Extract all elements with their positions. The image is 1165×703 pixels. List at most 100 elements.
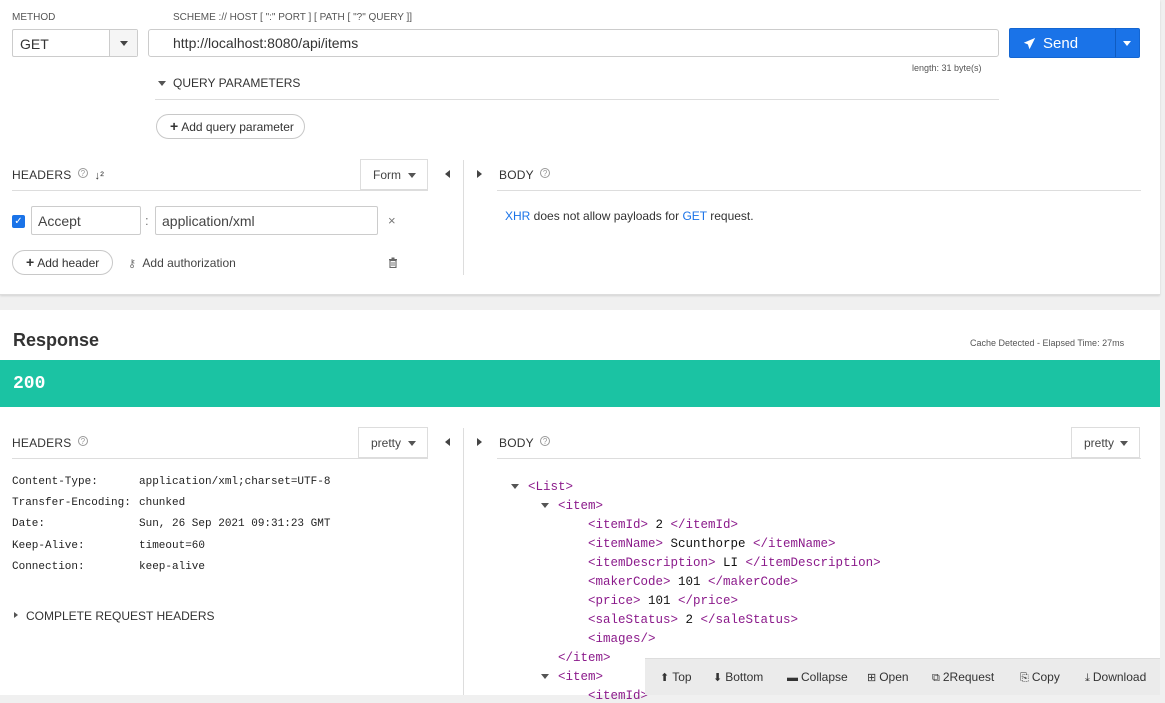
header-value: Sun, 26 Sep 2021 09:31:23 GMT	[139, 518, 331, 530]
collapse-left-icon[interactable]	[445, 170, 450, 178]
xml-item-open-2: <item>	[558, 670, 604, 684]
open-label: Open	[879, 670, 909, 684]
collapse-node-icon[interactable]	[541, 674, 549, 679]
bottom-button[interactable]: ⬇ Bottom	[713, 670, 763, 684]
collapse-right-icon[interactable]	[477, 170, 482, 178]
send-main[interactable]: Send	[1010, 29, 1116, 57]
divider	[497, 190, 1141, 191]
divider	[497, 458, 1141, 459]
collapse-left-icon[interactable]	[445, 438, 450, 446]
response-headers-title: HEADERS ?	[12, 436, 88, 450]
send-button[interactable]: Send	[1009, 28, 1140, 58]
response-headers-title-text: HEADERS	[12, 436, 72, 450]
arrow-down-icon: ⬇	[713, 672, 723, 684]
xml-value: 2	[678, 613, 701, 627]
method-select[interactable]: GET	[12, 29, 138, 57]
xml-field: <saleStatus> 2 </saleStatus>	[588, 613, 798, 627]
body-message-end: request.	[706, 209, 754, 223]
caret-right-icon	[14, 612, 18, 618]
plus-square-icon: ⊞	[867, 672, 877, 684]
complete-request-headers-toggle[interactable]: COMPLETE REQUEST HEADERS	[14, 609, 214, 623]
xml-tag: </itemName>	[753, 537, 836, 551]
add-header-label: Add header	[37, 256, 100, 270]
request-body-title-text: BODY	[499, 168, 534, 182]
url-length: length: 31 byte(s)	[912, 63, 982, 73]
add-header-button[interactable]: + Add header	[12, 250, 113, 275]
header-key: Keep-Alive:	[12, 540, 85, 552]
request-panel: METHOD SCHEME :// HOST [ ":" PORT ] [ PA…	[0, 0, 1160, 295]
copy-button[interactable]: ⎘ Copy	[1020, 670, 1060, 685]
xml-tag: </price>	[678, 594, 739, 608]
send-options-chevron-icon[interactable]	[1123, 41, 1131, 46]
xml-tag: <makerCode>	[588, 575, 671, 589]
method-label: METHOD	[12, 12, 56, 23]
xml-field: <price> 101 </price>	[588, 594, 738, 608]
header-key: Date:	[12, 518, 46, 530]
headers-mode-dropdown[interactable]: Form	[360, 159, 428, 190]
plus-icon: +	[26, 254, 35, 270]
plus-icon: +	[170, 118, 179, 134]
help-icon[interactable]: ?	[77, 436, 88, 446]
header-value: application/xml;charset=UTF-8	[139, 476, 331, 488]
xml-field: <images/>	[588, 632, 656, 646]
response-body-title-text: BODY	[499, 436, 534, 450]
headers-mode-value: Form	[373, 168, 401, 182]
query-parameters-toggle[interactable]: QUERY PARAMETERS	[158, 76, 300, 90]
arrow-up-icon: ⬆	[660, 672, 670, 684]
help-icon[interactable]: ?	[540, 436, 551, 446]
remove-header-icon[interactable]: ×	[388, 213, 396, 228]
add-query-parameter-label: Add query parameter	[181, 120, 294, 134]
xml-field: <itemName> Scunthorpe </itemName>	[588, 537, 836, 551]
divider	[12, 458, 428, 459]
xml-value: LI	[715, 556, 746, 570]
collapse-button[interactable]: ▬ Collapse	[787, 670, 848, 684]
panel-divider	[463, 428, 464, 695]
response-body-view-dropdown[interactable]: pretty	[1071, 427, 1140, 458]
chevron-down-icon	[408, 441, 416, 446]
collapse-node-icon[interactable]	[511, 484, 519, 489]
request-body-title: BODY ?	[499, 168, 551, 182]
bottom-label: Bottom	[725, 670, 764, 684]
request-headers-title: HEADERS ? ↓²	[12, 168, 104, 182]
add-query-parameter-button[interactable]: + Add query parameter	[156, 114, 305, 139]
caret-down-icon	[158, 81, 166, 86]
xml-tag: </itemDescription>	[745, 556, 881, 570]
xml-list-open: <List>	[528, 480, 574, 494]
xml-tag: <itemName>	[588, 537, 664, 551]
to-request-button[interactable]: ⧉ 2Request	[932, 670, 994, 685]
trash-icon[interactable]	[388, 257, 398, 268]
add-authorization-link[interactable]: ⚷ Add authorization	[128, 256, 236, 270]
xml-field: <itemId> 2 </itemId>	[588, 518, 738, 532]
help-icon[interactable]: ?	[540, 168, 551, 178]
xml-tag: <itemId>	[588, 518, 649, 532]
send-label: Send	[1043, 35, 1079, 52]
header-value: keep-alive	[139, 561, 206, 573]
xml-tag: </itemId>	[670, 518, 739, 532]
request-headers-title-text: HEADERS	[12, 168, 72, 182]
response-headers-view-value: pretty	[371, 436, 402, 450]
method-dropdown-toggle[interactable]	[109, 30, 137, 56]
sort-icon[interactable]: ↓²	[95, 170, 105, 182]
xhr-link[interactable]: XHR	[505, 209, 530, 223]
header-name-input[interactable]	[31, 206, 141, 235]
url-input[interactable]	[148, 29, 999, 57]
key-icon: ⚷	[128, 258, 137, 270]
download-button[interactable]: ⤓ Download	[1085, 670, 1146, 685]
header-value-input[interactable]	[155, 206, 378, 235]
response-title: Response	[13, 330, 100, 350]
top-button[interactable]: ⬆ Top	[660, 670, 692, 684]
header-enabled-checkbox[interactable]: ✓	[12, 215, 25, 228]
header-value: chunked	[139, 497, 186, 509]
xml-value: 101	[670, 575, 709, 589]
get-link[interactable]: GET	[682, 209, 706, 223]
panel-divider	[463, 160, 464, 275]
response-headers-view-dropdown[interactable]: pretty	[358, 427, 428, 458]
collapse-node-icon[interactable]	[541, 503, 549, 508]
collapse-right-icon[interactable]	[477, 438, 482, 446]
download-icon: ⤓	[1085, 672, 1090, 684]
xml-tag: <itemDescription>	[588, 556, 716, 570]
response-header-row: Date: Sun, 26 Sep 2021 09:31:23 GMT	[12, 518, 330, 530]
open-button[interactable]: ⊞ Open	[867, 670, 909, 684]
status-bar: 200	[0, 360, 1160, 407]
help-icon[interactable]: ?	[77, 168, 88, 178]
